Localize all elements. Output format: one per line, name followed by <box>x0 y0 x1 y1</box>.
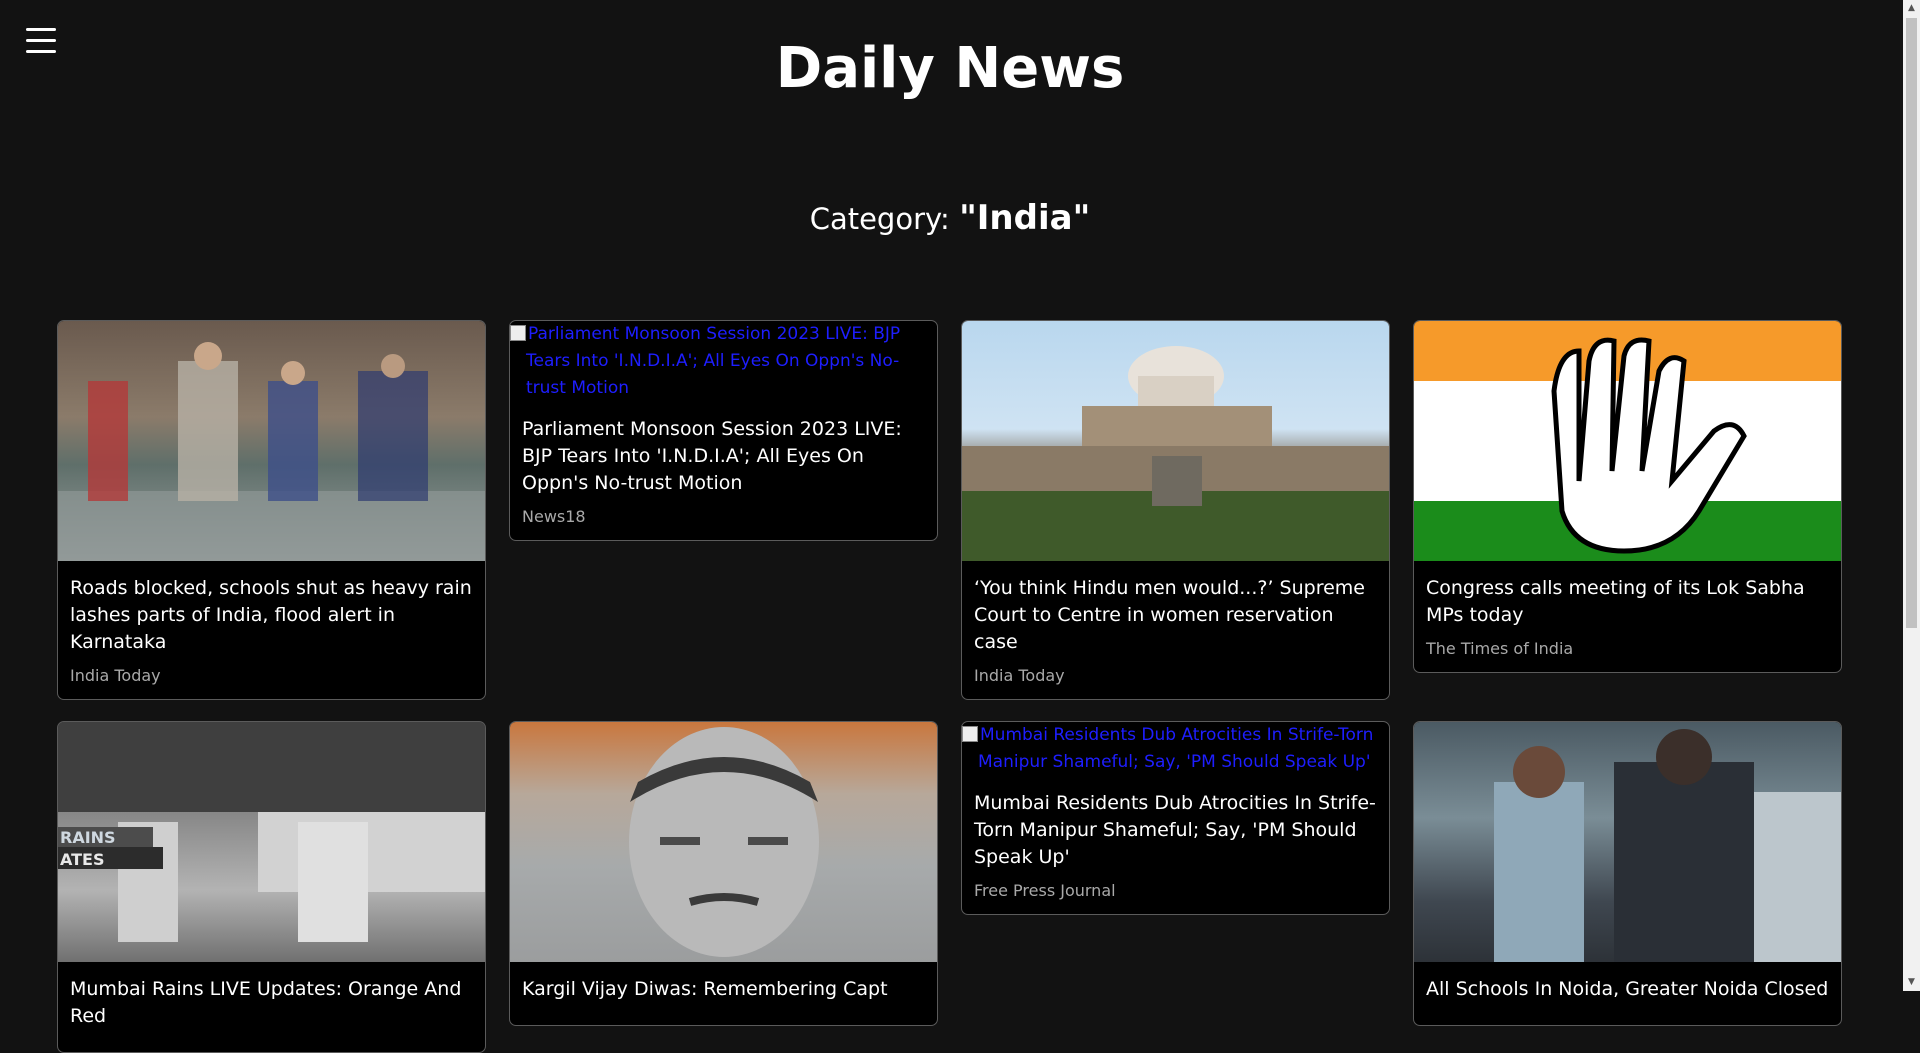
news-image[interactable] <box>510 722 937 962</box>
news-title[interactable]: Mumbai Rains LIVE Updates: Orange And Re… <box>70 976 473 1030</box>
news-title[interactable]: ‘You think Hindu men would...?’ Supreme … <box>974 575 1377 656</box>
news-card[interactable]: Kargil Vijay Diwas: Remembering Capt <box>509 721 938 1026</box>
broken-image-icon <box>510 325 526 341</box>
news-source: Free Press Journal <box>974 881 1116 900</box>
news-source: The Times of India <box>1426 639 1574 658</box>
scrollbar-thumb[interactable] <box>1906 18 1917 628</box>
news-card[interactable]: ‘You think Hindu men would...?’ Supreme … <box>961 320 1390 700</box>
news-title[interactable]: Kargil Vijay Diwas: Remembering Capt <box>522 976 925 1003</box>
scroll-down-arrow-icon[interactable]: ▼ <box>1903 974 1920 991</box>
news-source: India Today <box>974 666 1065 685</box>
image-text-rains: RAINS <box>60 828 116 847</box>
news-image[interactable]: RAINS ATES <box>58 722 485 962</box>
news-image[interactable] <box>1414 722 1841 962</box>
news-card[interactable]: Parliament Monsoon Session 2023 LIVE: BJ… <box>509 320 938 541</box>
category-prefix: Category: <box>809 202 950 236</box>
category-heading: Category: "India" <box>0 196 1900 241</box>
news-image[interactable] <box>1414 321 1841 561</box>
image-alt-text: Mumbai Residents Dub Atrocities In Strif… <box>978 725 1374 772</box>
broken-image-icon <box>962 726 978 742</box>
news-title[interactable]: Congress calls meeting of its Lok Sabha … <box>1426 575 1829 629</box>
page-scrollbar[interactable]: ▲ ▼ <box>1903 0 1920 991</box>
news-image[interactable] <box>962 321 1389 561</box>
news-title[interactable]: Parliament Monsoon Session 2023 LIVE: BJ… <box>522 416 925 497</box>
news-grid: Roads blocked, schools shut as heavy rai… <box>57 320 1845 1053</box>
image-alt-text: Parliament Monsoon Session 2023 LIVE: BJ… <box>526 324 901 398</box>
news-title[interactable]: Roads blocked, schools shut as heavy rai… <box>70 575 473 656</box>
broken-image-alt[interactable]: Mumbai Residents Dub Atrocities In Strif… <box>962 722 1389 776</box>
category-name: "India" <box>959 198 1091 238</box>
broken-image-alt[interactable]: Parliament Monsoon Session 2023 LIVE: BJ… <box>510 321 937 402</box>
news-title[interactable]: Mumbai Residents Dub Atrocities In Strif… <box>974 790 1377 871</box>
students-photo <box>1494 729 1841 962</box>
news-source: News18 <box>522 507 586 526</box>
scroll-up-arrow-icon[interactable]: ▲ <box>1903 0 1920 17</box>
mumbai-rains-photo: RAINS ATES <box>58 722 485 942</box>
news-card[interactable]: Roads blocked, schools shut as heavy rai… <box>57 320 486 700</box>
soldier-portrait <box>629 727 819 957</box>
news-card[interactable]: Mumbai Residents Dub Atrocities In Strif… <box>961 721 1390 915</box>
rain-flood-photo <box>58 342 485 561</box>
news-source: India Today <box>70 666 161 685</box>
news-card[interactable]: RAINS ATES Mumbai Rains LIVE Updates: Or… <box>57 721 486 1053</box>
image-text-ates: ATES <box>60 850 105 869</box>
news-title[interactable]: All Schools In Noida, Greater Noida Clos… <box>1426 976 1829 1003</box>
congress-hand-flag-logo <box>1551 337 1747 554</box>
supreme-court-photo <box>962 346 1389 561</box>
news-image[interactable] <box>58 321 485 561</box>
site-title: Daily News <box>775 36 1125 101</box>
news-card[interactable]: Congress calls meeting of its Lok Sabha … <box>1413 320 1842 673</box>
news-card[interactable]: All Schools In Noida, Greater Noida Clos… <box>1413 721 1842 1026</box>
